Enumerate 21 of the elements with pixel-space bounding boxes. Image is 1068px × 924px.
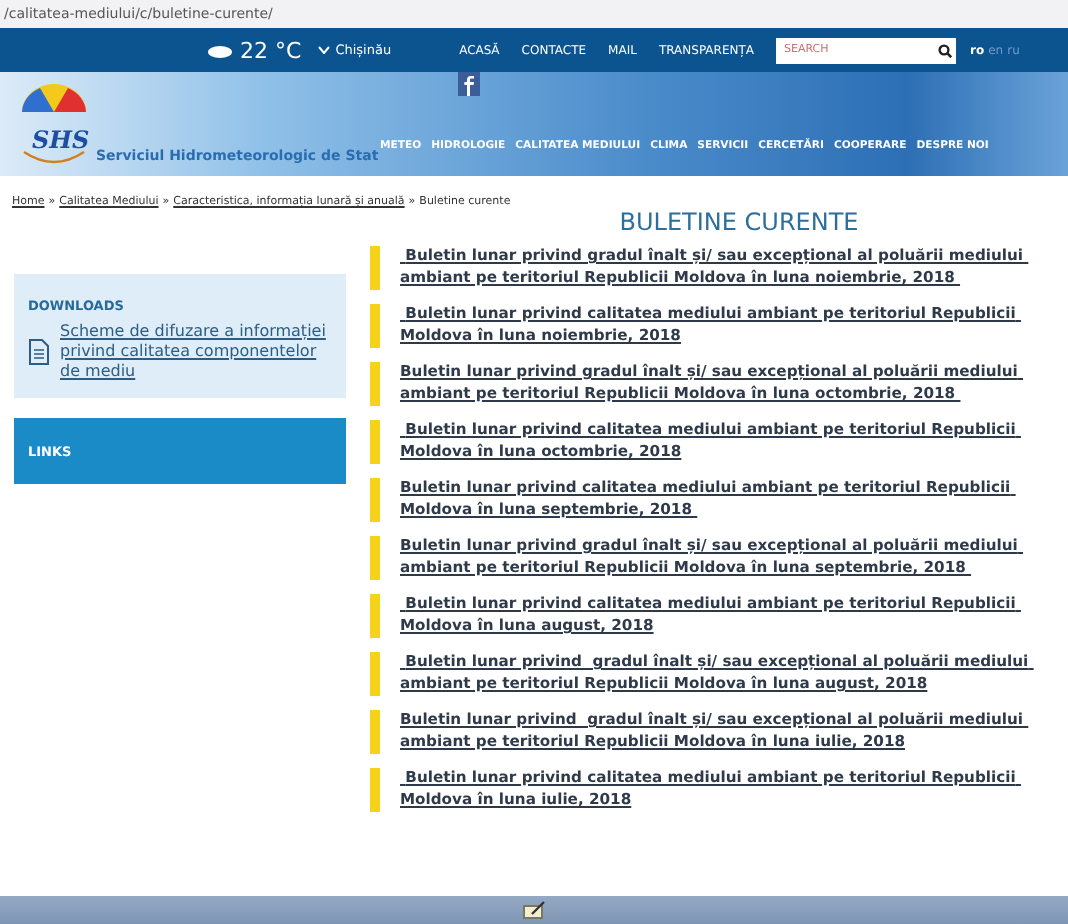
search-icon[interactable] — [937, 43, 952, 57]
list-marker — [370, 536, 380, 580]
chevron-down-icon[interactable] — [317, 46, 330, 54]
cloud-icon — [208, 43, 232, 57]
page-title: BULETINE CURENTE — [617, 208, 861, 240]
temperature: 22 °C — [240, 37, 302, 63]
list-marker — [370, 652, 380, 696]
list-marker — [370, 710, 380, 754]
list-marker — [370, 594, 380, 638]
list-marker — [370, 304, 380, 348]
list-marker — [370, 478, 380, 522]
list-marker — [370, 768, 380, 812]
document-icon — [28, 338, 50, 366]
search-button[interactable] — [932, 37, 957, 63]
umbrella-logo-drawing[interactable]: SHS — [16, 80, 92, 168]
list-marker — [370, 246, 380, 290]
facebook-icon[interactable] — [458, 72, 480, 96]
list-marker — [370, 362, 380, 406]
notepad-icon[interactable] — [522, 900, 546, 920]
download-link[interactable]: Scheme de difuzare a informației privind calitatea componentelor de mediu — [60, 322, 332, 382]
list-marker — [370, 420, 380, 464]
